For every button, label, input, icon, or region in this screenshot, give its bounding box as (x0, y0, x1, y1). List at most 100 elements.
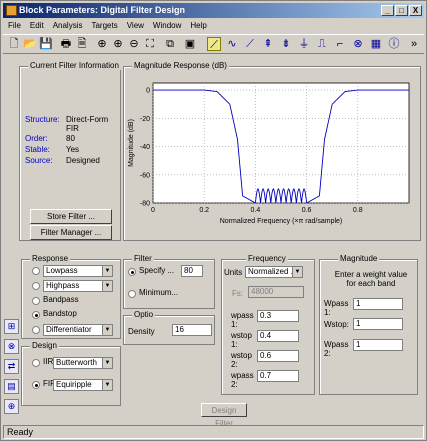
save-icon[interactable]: 💾 (39, 37, 53, 51)
lowpass-combo[interactable]: Lowpass ▼ (43, 265, 113, 277)
density-field[interactable]: 16 (172, 324, 212, 336)
y-tick-label: -60 (140, 172, 150, 179)
iir-radio[interactable] (32, 359, 40, 367)
design-filter-button[interactable]: Design Filter (201, 403, 247, 428)
wpass1-weight-field[interactable]: 1 (353, 298, 403, 310)
design-group-title: Design (30, 341, 59, 350)
phase-response-icon[interactable]: ∿ (225, 37, 239, 51)
bandpass-radio[interactable] (32, 297, 40, 305)
menu-view[interactable]: View (127, 21, 144, 30)
fs-field[interactable]: 48000 (248, 286, 304, 298)
magnitude-response-icon[interactable]: ⟋ (207, 37, 221, 51)
filter-order-field[interactable]: 80 (181, 265, 203, 277)
transform-filter-icon[interactable]: ⇄ (4, 359, 19, 374)
bandstop-radio[interactable] (32, 311, 40, 319)
x-axis-label: Normalized Frequency (×π rad/sample) (220, 218, 343, 225)
mag-phase-icon[interactable]: ⟋ (243, 37, 257, 51)
filter-manager-button[interactable]: Filter Manager ... (30, 225, 112, 240)
realize-model-icon[interactable]: ⊞ (4, 319, 19, 334)
x-tick-label: 0 (151, 207, 155, 214)
wpass1-field[interactable]: 0.3 (257, 310, 299, 322)
full-view-icon[interactable]: ⛶ (143, 37, 157, 51)
specify-order-radio[interactable] (128, 268, 136, 276)
zoom-x-icon[interactable]: ⊕ (111, 37, 125, 51)
minimize-button[interactable]: _ (381, 5, 394, 16)
zoom-in-icon[interactable]: ⊕ (95, 37, 109, 51)
iir-combo[interactable]: Butterworth ▼ (53, 357, 113, 369)
step-icon[interactable]: ⌐ (333, 37, 347, 51)
stable-label: Stable: (25, 145, 50, 154)
chevron-down-icon: ▼ (102, 281, 112, 291)
zoom-out-icon[interactable]: ⊖ (127, 37, 141, 51)
wpass2-weight-field[interactable]: 1 (353, 339, 403, 351)
units-label: Units (224, 268, 243, 277)
units-combo[interactable]: Normalized ... ▼ (245, 266, 303, 278)
wstop1-label: wstop 1: (231, 331, 252, 349)
wpass1-weight-label: Wpass 1: (324, 299, 349, 317)
highpass-radio[interactable] (32, 282, 40, 290)
close-button[interactable]: X (409, 5, 422, 16)
chevron-down-icon: ▼ (102, 380, 112, 390)
x-tick-label: 0.8 (353, 207, 363, 214)
options-title: Optio (132, 310, 156, 319)
highpass-combo[interactable]: Highpass ▼ (43, 280, 113, 292)
wstop1-field[interactable]: 0.4 (257, 330, 299, 342)
app-icon (6, 5, 17, 16)
coefficients-icon[interactable]: ▦ (369, 37, 383, 51)
structure-value: Direct-Form FIR (66, 115, 109, 133)
group-delay-icon[interactable]: ⇞ (261, 37, 275, 51)
maximize-button[interactable]: □ (395, 5, 408, 16)
lowpass-radio[interactable] (32, 267, 40, 275)
pole-zero-icon[interactable]: ⊗ (351, 37, 365, 51)
y-tick-label: -40 (140, 144, 150, 151)
menu-help[interactable]: Help (190, 21, 206, 30)
wpass2-field[interactable]: 0.7 (257, 370, 299, 382)
stable-value: Yes (66, 145, 80, 154)
import-filter-icon[interactable]: ⊕ (4, 399, 19, 414)
chevron-down-icon: ▼ (102, 358, 112, 368)
wpass2-weight-label: Wpass 2: (324, 340, 349, 358)
menu-window[interactable]: Window (153, 21, 181, 30)
quantize-icon[interactable]: ▤ (4, 379, 19, 394)
fir-radio[interactable] (32, 381, 40, 389)
chevron-down-icon: ▼ (292, 267, 302, 277)
minimum-order-radio[interactable] (128, 290, 136, 298)
wstop-weight-field[interactable]: 1 (353, 318, 403, 330)
design-method-group: Design IIR Butterworth ▼ FIR Equiripple ▼ (21, 341, 121, 406)
magnitude-response-group: Magnitude Response (dB) 0 0.2 0.4 0.6 0.8 0 -2… (123, 61, 421, 241)
y-tick-label: 0 (146, 88, 150, 95)
new-file-icon[interactable]: 🗋 (7, 37, 21, 51)
menu-analysis[interactable]: Analysis (53, 21, 83, 30)
phase-delay-icon[interactable]: ⇟ (279, 37, 293, 51)
source-value: Designed (66, 156, 100, 165)
response-group-title: Response (30, 254, 71, 263)
step-response-icon[interactable]: ⎍ (315, 37, 329, 51)
differentiator-combo[interactable]: Differentiator ▼ (43, 324, 113, 336)
y-tick-label: -20 (140, 116, 150, 123)
differentiator-radio[interactable] (32, 326, 40, 334)
open-folder-icon[interactable]: 📂 (23, 37, 37, 51)
magnitude-title: Magnitude (338, 254, 380, 263)
design-mode-icon[interactable]: ▣ (183, 37, 197, 51)
print-icon[interactable]: 🖶 (59, 37, 73, 51)
impulse-response-icon[interactable]: ⏚ (297, 37, 311, 51)
toolbar: 🗋 📂 💾 🖶 🗎 ⊕ ⊕ ⊖ ⛶ ⧉ ▣ ⟋ ∿ ⟋ ⇞ ⇟ ⏚ ⎍ ⌐ ⊗ … (3, 34, 424, 54)
fs-label: Fs: (232, 289, 244, 298)
menu-edit[interactable]: Edit (30, 21, 44, 30)
wstop2-field[interactable]: 0.6 (257, 350, 299, 362)
toolbar-overflow-icon[interactable]: » (407, 37, 421, 51)
new-window-icon[interactable]: ⧉ (163, 37, 177, 51)
menu-targets[interactable]: Targets (91, 21, 117, 30)
window-title: Block Parameters: Digital Filter Design (19, 5, 186, 15)
wpass2-label: wpass 2: (231, 371, 254, 389)
store-filter-button[interactable]: Store Filter ... (30, 209, 112, 224)
bandstop-label: Bandstop (43, 309, 77, 318)
main-window: Block Parameters: Digital Filter Design … (0, 0, 427, 441)
filter-info-icon[interactable]: ⓘ (387, 37, 401, 51)
menu-file[interactable]: File (8, 21, 21, 30)
print-preview-icon[interactable]: 🗎 (75, 37, 89, 51)
pole-zero-editor-icon[interactable]: ⊗ (4, 339, 19, 354)
magnitude-chart: 0 0.2 0.4 0.6 0.8 0 -20 -40 -60 -80 Normalized Fre… (128, 82, 410, 225)
filter-order-group: Filter Specify ... 80 Minimum... (123, 254, 215, 309)
fir-combo[interactable]: Equiripple ▼ (53, 379, 113, 391)
